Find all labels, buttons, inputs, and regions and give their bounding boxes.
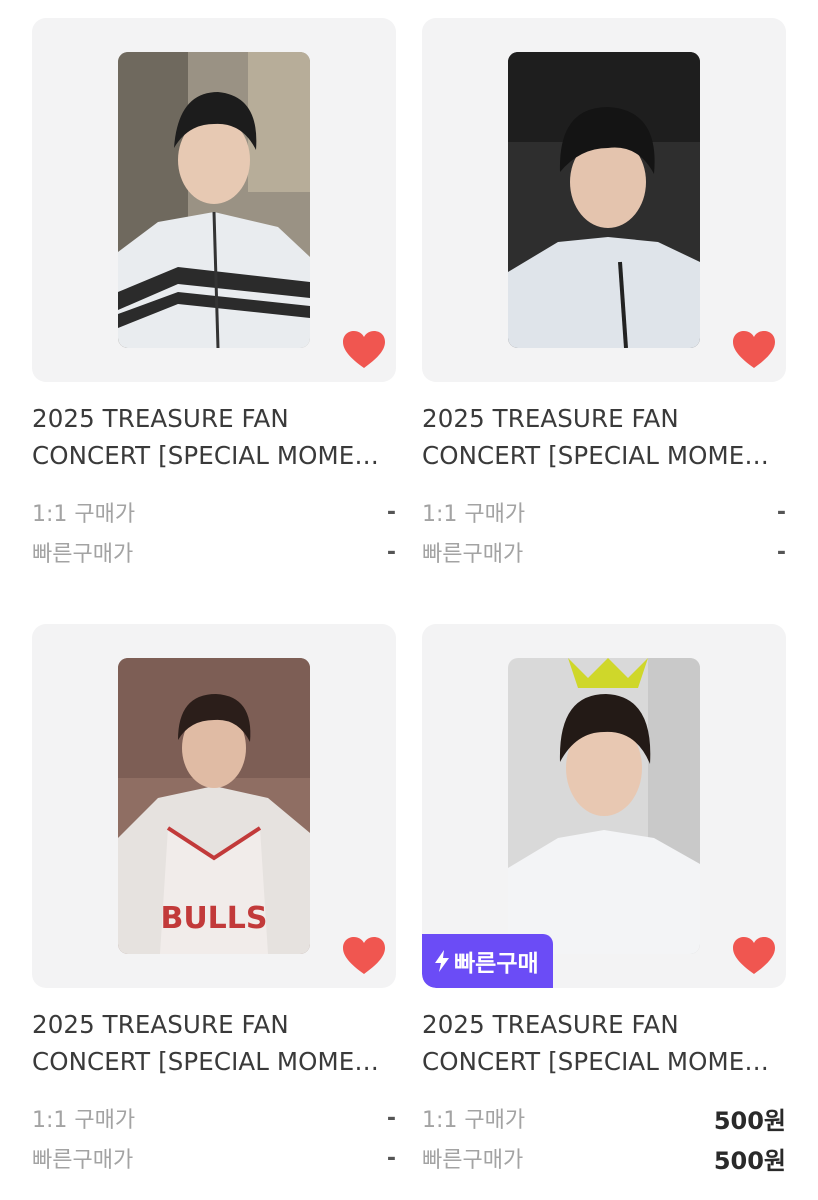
price-label: 빠른구매가 bbox=[32, 542, 134, 567]
price-value: 500원 bbox=[713, 1106, 786, 1135]
lightning-icon bbox=[435, 950, 449, 972]
product-thumbnail[interactable] bbox=[422, 18, 786, 382]
product-thumbnail[interactable]: 빠른구매 bbox=[422, 624, 786, 988]
price-label: 빠른구매가 bbox=[32, 1148, 134, 1173]
product-title-line: 2025 TREASURE FAN bbox=[32, 1010, 289, 1039]
product-title-line: 2025 TREASURE FAN bbox=[32, 404, 289, 433]
price-row: 1:1 구매가 - bbox=[32, 1098, 396, 1138]
price-value: - bbox=[386, 539, 396, 565]
product-thumbnail[interactable] bbox=[32, 18, 396, 382]
product-card[interactable]: 2025 TREASURE FAN CONCERT [SPECIAL MOMEN… bbox=[32, 18, 396, 572]
product-title-line: CONCERT [SPECIAL MOMEN... bbox=[422, 441, 786, 470]
heart-icon[interactable] bbox=[342, 330, 386, 370]
price-label: 1:1 구매가 bbox=[422, 502, 526, 527]
price-list: 1:1 구매가 500원 빠른구매가 500원 bbox=[422, 1098, 786, 1178]
product-thumbnail[interactable]: BULLS bbox=[32, 624, 396, 988]
product-title[interactable]: 2025 TREASURE FAN CONCERT [SPECIAL MOMEN… bbox=[422, 1006, 786, 1080]
price-row: 빠른구매가 - bbox=[32, 532, 396, 572]
product-title[interactable]: 2025 TREASURE FAN CONCERT [SPECIAL MOMEN… bbox=[32, 1006, 396, 1080]
photocard-image bbox=[508, 658, 700, 954]
product-grid: 2025 TREASURE FAN CONCERT [SPECIAL MOMEN… bbox=[32, 18, 786, 1178]
price-list: 1:1 구매가 - 빠른구매가 - bbox=[422, 492, 786, 572]
product-title-line: CONCERT [SPECIAL MOMEN... bbox=[32, 441, 396, 470]
product-title-line: CONCERT [SPECIAL MOMEN... bbox=[32, 1047, 396, 1076]
price-label: 1:1 구매가 bbox=[422, 1108, 526, 1133]
product-card[interactable]: BULLS 2025 TREASURE FAN CONCERT [SPECIAL… bbox=[32, 624, 396, 1178]
product-title-line: 2025 TREASURE FAN bbox=[422, 1010, 679, 1039]
photocard-image bbox=[508, 52, 700, 348]
svg-text:BULLS: BULLS bbox=[160, 901, 267, 936]
price-value: - bbox=[386, 1145, 396, 1171]
heart-icon[interactable] bbox=[732, 936, 776, 976]
price-list: 1:1 구매가 - 빠른구매가 - bbox=[32, 1098, 396, 1178]
price-row: 빠른구매가 - bbox=[32, 1138, 396, 1178]
price-list: 1:1 구매가 - 빠른구매가 - bbox=[32, 492, 396, 572]
fast-purchase-badge: 빠른구매 bbox=[422, 934, 553, 988]
heart-icon[interactable] bbox=[342, 936, 386, 976]
price-value: - bbox=[776, 539, 786, 565]
heart-icon[interactable] bbox=[732, 330, 776, 370]
price-label: 1:1 구매가 bbox=[32, 502, 136, 527]
price-row: 1:1 구매가 - bbox=[32, 492, 396, 532]
price-value: - bbox=[776, 499, 786, 525]
product-title[interactable]: 2025 TREASURE FAN CONCERT [SPECIAL MOMEN… bbox=[422, 400, 786, 474]
price-value: - bbox=[386, 499, 396, 525]
price-label: 빠른구매가 bbox=[422, 1148, 524, 1173]
price-value: - bbox=[386, 1105, 396, 1131]
price-label: 빠른구매가 bbox=[422, 542, 524, 567]
photocard-image bbox=[118, 52, 310, 348]
price-label: 1:1 구매가 bbox=[32, 1108, 136, 1133]
price-row: 빠른구매가 500원 bbox=[422, 1138, 786, 1178]
photocard-image: BULLS bbox=[118, 658, 310, 954]
product-card[interactable]: 빠른구매 2025 TREASURE FAN CONCERT [SPECIAL … bbox=[422, 624, 786, 1178]
product-card[interactable]: 2025 TREASURE FAN CONCERT [SPECIAL MOMEN… bbox=[422, 18, 786, 572]
price-row: 빠른구매가 - bbox=[422, 532, 786, 572]
price-row: 1:1 구매가 500원 bbox=[422, 1098, 786, 1138]
product-title-line: CONCERT [SPECIAL MOMEN... bbox=[422, 1047, 786, 1076]
product-title-line: 2025 TREASURE FAN bbox=[422, 404, 679, 433]
product-title[interactable]: 2025 TREASURE FAN CONCERT [SPECIAL MOMEN… bbox=[32, 400, 396, 474]
price-row: 1:1 구매가 - bbox=[422, 492, 786, 532]
price-value: 500원 bbox=[713, 1146, 786, 1175]
fast-badge-label: 빠른구매 bbox=[454, 951, 539, 977]
